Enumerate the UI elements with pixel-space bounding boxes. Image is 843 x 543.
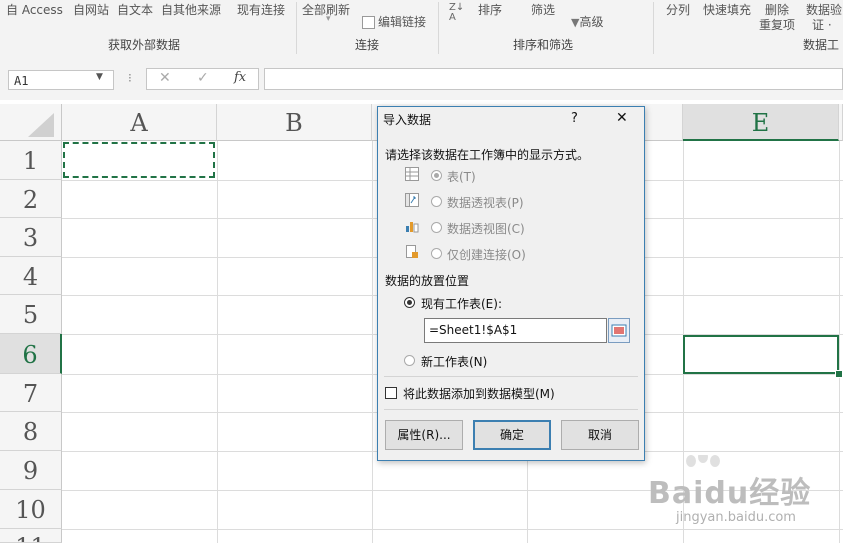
option-pivot-table-label: 数据透视表(P) — [447, 196, 524, 210]
divider — [384, 376, 638, 377]
row-header-8[interactable]: 8 — [0, 412, 62, 451]
row-header-3[interactable]: 3 — [0, 218, 62, 257]
add-to-data-model-label: 将此数据添加到数据模型(M) — [403, 387, 555, 401]
from-text-button[interactable]: 自文本 — [117, 1, 153, 18]
sort-button[interactable]: 排序 — [478, 1, 502, 18]
existing-sheet-label: 现有工作表(E): — [421, 297, 502, 311]
from-access-button[interactable]: 自 Access — [6, 1, 63, 18]
flash-fill-button[interactable]: 快速填充 — [703, 1, 751, 18]
watermark-brand: Baidu经验 — [648, 476, 812, 511]
row-header-1[interactable]: 1 — [0, 141, 62, 180]
sort-filter-group-label: 排序和筛选 — [513, 38, 574, 52]
location-reference-input[interactable]: =Sheet1!$A$1 — [424, 318, 607, 343]
close-icon[interactable]: ✕ — [616, 110, 628, 126]
sort-za-icon: Z↓ A — [449, 2, 465, 23]
remove-duplicates-button-line2[interactable]: 重复项 — [759, 16, 795, 33]
edit-links-label: 编辑链接 — [378, 15, 427, 29]
option-connection-only-label: 仅创建连接(O) — [447, 248, 526, 262]
radio-table[interactable] — [431, 170, 442, 181]
text-to-columns-button[interactable]: 分列 — [666, 1, 690, 18]
location-heading: 数据的放置位置 — [385, 274, 470, 288]
properties-button[interactable]: 属性(R)... — [385, 420, 463, 450]
help-icon[interactable]: ? — [571, 111, 578, 126]
edit-links-button[interactable]: 编辑链接 — [362, 13, 426, 30]
column-header-a[interactable]: A — [62, 104, 217, 141]
row-header-11[interactable]: 11 — [0, 529, 62, 543]
radio-new-sheet[interactable] — [404, 355, 415, 366]
from-other-sources-button[interactable]: 自其他来源 — [161, 1, 221, 18]
advanced-filter-label: 高级 — [579, 15, 604, 29]
ribbon-separator — [653, 2, 654, 54]
get-external-data-group-label: 获取外部数据 — [108, 38, 181, 52]
radio-pivot-table[interactable] — [431, 196, 442, 207]
row-header-6[interactable]: 6 — [0, 334, 62, 374]
chevron-down-icon: ▾ — [326, 14, 331, 24]
row-header-9[interactable]: 9 — [0, 451, 62, 490]
pivot-table-icon — [405, 193, 419, 207]
gridline — [839, 141, 840, 543]
edit-links-icon — [362, 16, 375, 29]
column-header-e[interactable]: E — [683, 104, 839, 141]
ribbon-separator — [438, 2, 439, 54]
cancel-entry-icon[interactable]: ✕ — [159, 70, 171, 86]
select-all-triangle-icon — [28, 113, 54, 137]
copy-marquee-cell-a1[interactable] — [63, 142, 215, 178]
formula-input[interactable] — [264, 68, 843, 90]
view-prompt: 请选择该数据在工作簿中的显示方式。 — [385, 148, 590, 162]
data-tools-group-label: 数据工 — [803, 38, 840, 52]
filter-button[interactable]: 筛选 — [531, 1, 555, 18]
radio-pivot-chart[interactable] — [431, 222, 442, 233]
confirm-entry-icon[interactable]: ✓ — [197, 70, 209, 86]
insert-function-icon[interactable]: fx — [234, 70, 246, 85]
radio-existing-sheet[interactable] — [404, 297, 415, 308]
column-header-b[interactable]: B — [217, 104, 372, 141]
data-validation-button-line2[interactable]: 证 · — [812, 16, 832, 33]
option-table-label: 表(T) — [447, 170, 476, 184]
option-pivot-chart-label: 数据透视图(C) — [447, 222, 525, 236]
row-header-2[interactable]: 2 — [0, 180, 62, 218]
advanced-filter-button[interactable]: ▼高级 — [571, 13, 603, 30]
active-cell-e6[interactable] — [683, 335, 839, 374]
chevron-down-icon[interactable]: ▼ — [96, 72, 103, 82]
row-header-10[interactable]: 10 — [0, 490, 62, 529]
divider — [384, 409, 638, 410]
range-select-icon — [611, 324, 627, 337]
table-icon — [405, 167, 419, 181]
row-header-7[interactable]: 7 — [0, 374, 62, 412]
column-header-f[interactable] — [839, 104, 843, 141]
from-web-button[interactable]: 自网站 — [73, 1, 109, 18]
gridline — [372, 141, 373, 543]
connection-only-icon — [406, 245, 418, 258]
more-icon: ⁝ — [128, 71, 132, 85]
ribbon-separator — [296, 2, 297, 54]
cancel-button[interactable]: 取消 — [561, 420, 639, 450]
new-sheet-label: 新工作表(N) — [421, 355, 488, 369]
existing-connections-button[interactable]: 现有连接 — [237, 1, 285, 18]
ok-button[interactable]: 确定 — [473, 420, 551, 450]
row-header-4[interactable]: 4 — [0, 257, 62, 295]
pivot-chart-icon — [406, 222, 419, 233]
connections-group-label: 连接 — [355, 38, 380, 52]
watermark-url: jingyan.baidu.com — [676, 510, 796, 525]
gridline — [217, 141, 218, 543]
radio-connection-only[interactable] — [431, 248, 442, 259]
collapse-dialog-button[interactable] — [608, 318, 630, 343]
ribbon: 自 Access 自网站 自文本 自其他来源 现有连接 获取外部数据 全部刷新 … — [0, 0, 843, 59]
row-header-5[interactable]: 5 — [0, 295, 62, 334]
fill-handle[interactable] — [835, 370, 843, 378]
add-to-data-model-checkbox[interactable] — [385, 387, 397, 399]
dialog-title: 导入数据 — [383, 113, 432, 127]
